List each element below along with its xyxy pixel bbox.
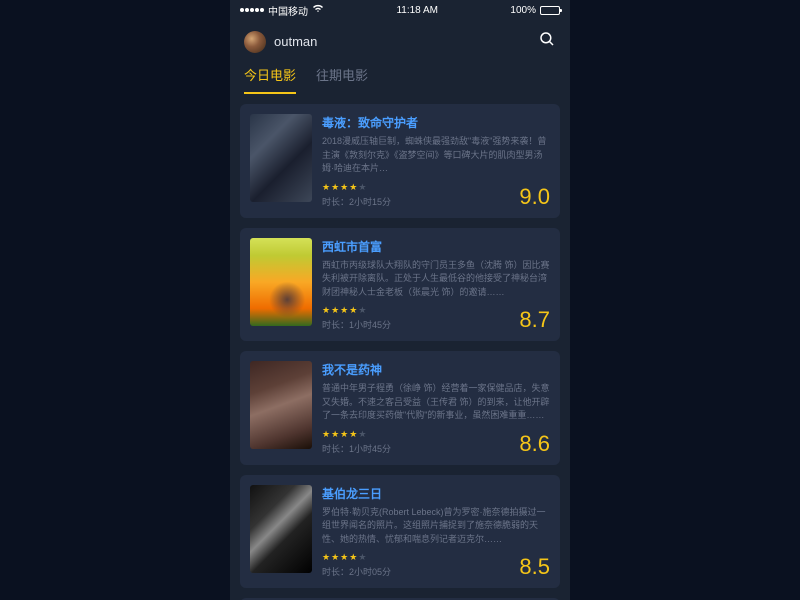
- movie-description: 罗伯特·勒贝克(Robert Lebeck)曾为罗密·施奈德拍摄过一组世界闻名的…: [322, 506, 550, 547]
- star-icon: ★: [358, 429, 366, 440]
- carrier-label: 中国移动: [268, 3, 308, 18]
- status-right: 100%: [510, 5, 560, 16]
- movie-card[interactable]: 我不是药神普通中年男子程勇（徐峥 饰）经营着一家保健品店，失意又失婚。不速之客吕…: [240, 351, 560, 465]
- user-block[interactable]: outman: [244, 31, 317, 53]
- signal-dots-icon: [240, 8, 264, 12]
- movie-poster[interactable]: [250, 114, 312, 202]
- movie-card[interactable]: 西虹市首富西虹市丙级球队大翔队的守门员王多鱼（沈腾 饰）因比赛失利被开除离队。正…: [240, 228, 560, 342]
- star-icon: ★: [340, 429, 348, 440]
- star-icon: ★: [340, 182, 348, 193]
- star-icon: ★: [349, 429, 357, 440]
- movie-duration: 时长：2小时15分: [322, 195, 391, 208]
- movie-description: 普通中年男子程勇（徐峥 饰）经营着一家保健品店，失意又失婚。不速之客吕受益（王传…: [322, 382, 550, 423]
- movie-meta-row: ★★★★★时长：1小时45分8.6: [322, 429, 550, 455]
- tab-past-movies[interactable]: 往期电影: [316, 65, 368, 94]
- star-icon: ★: [331, 429, 339, 440]
- movie-meta-row: ★★★★★时长：2小时15分9.0: [322, 182, 550, 208]
- movie-score: 8.6: [519, 433, 550, 455]
- movie-description: 西虹市丙级球队大翔队的守门员王多鱼（沈腾 饰）因比赛失利被开除离队。正处于人生最…: [322, 259, 550, 300]
- star-icon: ★: [331, 305, 339, 316]
- movie-score: 9.0: [519, 186, 550, 208]
- movie-title: 基伯龙三日: [322, 485, 550, 502]
- battery-percent: 100%: [510, 5, 536, 16]
- battery-icon: [540, 6, 560, 15]
- movie-meta-left: ★★★★★时长：2小时15分: [322, 182, 391, 208]
- movie-list[interactable]: 毒液：致命守护者 2018漫威压轴巨制，蜘蛛侠最强劲敌"毒液"强势来袭！曾主演《敦…: [230, 94, 570, 600]
- star-icon: ★: [349, 305, 357, 316]
- movie-duration: 时长：2小时05分: [322, 565, 391, 578]
- movie-info: 西虹市首富西虹市丙级球队大翔队的守门员王多鱼（沈腾 饰）因比赛失利被开除离队。正…: [322, 238, 550, 332]
- movie-poster[interactable]: [250, 361, 312, 449]
- movie-title: 毒液：致命守护者: [322, 114, 550, 131]
- movie-info: 毒液：致命守护者 2018漫威压轴巨制，蜘蛛侠最强劲敌"毒液"强势来袭！曾主演《敦…: [322, 114, 550, 208]
- star-icon: ★: [349, 182, 357, 193]
- movie-info: 基伯龙三日罗伯特·勒贝克(Robert Lebeck)曾为罗密·施奈德拍摄过一组…: [322, 485, 550, 579]
- movie-score: 8.7: [519, 309, 550, 331]
- movie-info: 我不是药神普通中年男子程勇（徐峥 饰）经营着一家保健品店，失意又失婚。不速之客吕…: [322, 361, 550, 455]
- movie-meta-row: ★★★★★时长：1小时45分8.7: [322, 305, 550, 331]
- star-icon: ★: [331, 182, 339, 193]
- star-icon: ★: [331, 552, 339, 563]
- star-rating: ★★★★★: [322, 182, 391, 193]
- star-icon: ★: [340, 305, 348, 316]
- movie-meta-left: ★★★★★时长：1小时45分: [322, 305, 391, 331]
- header: outman: [230, 20, 570, 61]
- username-label: outman: [274, 34, 317, 49]
- star-icon: ★: [358, 305, 366, 316]
- star-icon: ★: [340, 552, 348, 563]
- tab-today-movies[interactable]: 今日电影: [244, 65, 296, 94]
- status-left: 中国移动: [240, 3, 324, 18]
- tabs: 今日电影 往期电影: [230, 61, 570, 94]
- phone-frame: 中国移动 11:18 AM 100% outman 今日电影 往期电影 毒液：致…: [230, 0, 570, 600]
- movie-meta-left: ★★★★★时长：2小时05分: [322, 552, 391, 578]
- movie-title: 我不是药神: [322, 361, 550, 378]
- movie-meta-row: ★★★★★时长：2小时05分8.5: [322, 552, 550, 578]
- star-rating: ★★★★★: [322, 552, 391, 563]
- movie-description: 2018漫威压轴巨制，蜘蛛侠最强劲敌"毒液"强势来袭！曾主演《敦刻尔克》《盗梦空…: [322, 135, 550, 176]
- status-bar: 中国移动 11:18 AM 100%: [230, 0, 570, 20]
- star-rating: ★★★★★: [322, 305, 391, 316]
- movie-poster[interactable]: [250, 238, 312, 326]
- star-rating: ★★★★★: [322, 429, 391, 440]
- movie-score: 8.5: [519, 556, 550, 578]
- search-icon[interactable]: [538, 30, 556, 53]
- star-icon: ★: [322, 429, 330, 440]
- movie-poster[interactable]: [250, 485, 312, 573]
- star-icon: ★: [358, 552, 366, 563]
- wifi-icon: [312, 4, 324, 16]
- star-icon: ★: [322, 552, 330, 563]
- star-icon: ★: [349, 552, 357, 563]
- star-icon: ★: [322, 305, 330, 316]
- movie-meta-left: ★★★★★时长：1小时45分: [322, 429, 391, 455]
- star-icon: ★: [322, 182, 330, 193]
- star-icon: ★: [358, 182, 366, 193]
- movie-card[interactable]: 毒液：致命守护者 2018漫威压轴巨制，蜘蛛侠最强劲敌"毒液"强势来袭！曾主演《敦…: [240, 104, 560, 218]
- status-time: 11:18 AM: [396, 5, 438, 16]
- movie-title: 西虹市首富: [322, 238, 550, 255]
- avatar[interactable]: [244, 31, 266, 53]
- movie-duration: 时长：1小时45分: [322, 442, 391, 455]
- movie-card[interactable]: 基伯龙三日罗伯特·勒贝克(Robert Lebeck)曾为罗密·施奈德拍摄过一组…: [240, 475, 560, 589]
- movie-duration: 时长：1小时45分: [322, 318, 391, 331]
